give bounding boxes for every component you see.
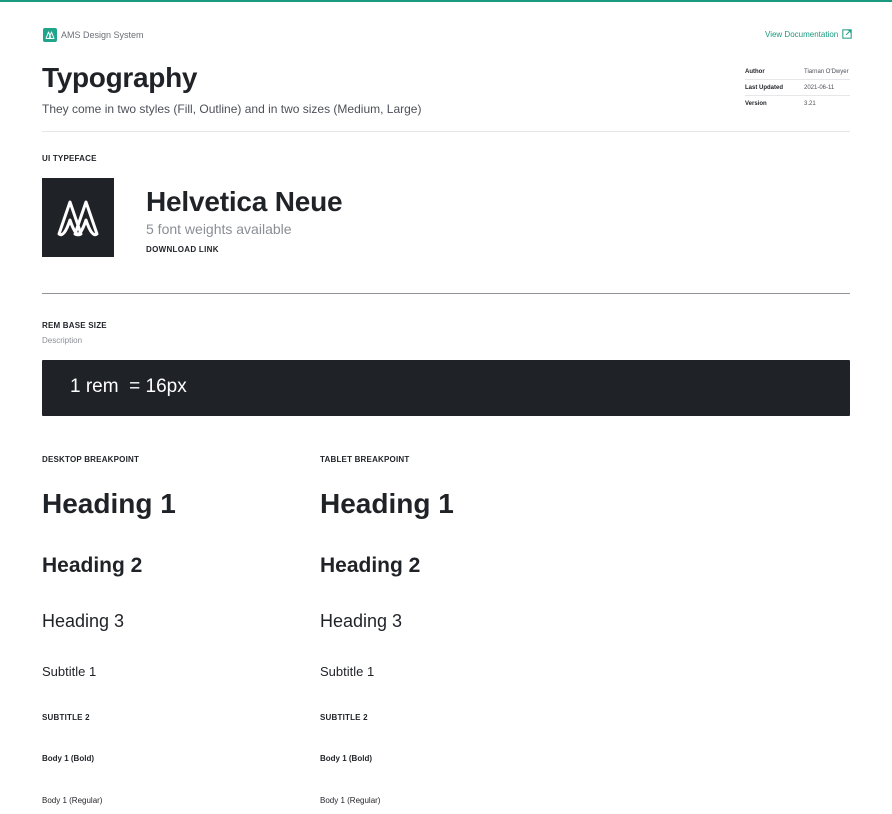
meta-value: 3.21	[804, 100, 816, 107]
view-documentation-link[interactable]: View Documentation	[765, 29, 852, 39]
download-link[interactable]: DOWNLOAD LINK	[146, 245, 219, 254]
header-divider	[42, 131, 850, 132]
heading-3-sample: Heading 3	[320, 611, 403, 631]
body-1-bold-sample: Body 1 (Bold)	[42, 754, 94, 763]
desktop-breakpoint-label: DESKTOP BREAKPOINT	[42, 455, 140, 464]
body-1-bold-sample: Body 1 (Bold)	[320, 754, 372, 763]
heading-1-sample: Heading 1	[320, 488, 454, 519]
section-divider	[42, 293, 850, 294]
meta-key: Version	[745, 100, 767, 107]
tablet-breakpoint-label: TABLET BREAKPOINT	[320, 455, 410, 464]
heading-2-sample: Heading 2	[320, 554, 421, 577]
page-description: They come in two styles (Fill, Outline) …	[42, 102, 422, 116]
subtitle-1-sample: Subtitle 1	[320, 664, 375, 679]
top-accent-bar	[0, 0, 892, 2]
ams-logo-icon	[43, 28, 57, 42]
meta-row-last-updated: Last Updated 2021-06-11	[745, 80, 850, 96]
ui-typeface-label: UI TYPEFACE	[42, 154, 97, 163]
meta-value: 2021-06-11	[804, 84, 835, 91]
ams-logo-icon	[42, 178, 114, 257]
brand-name: AMS Design System	[61, 30, 144, 40]
rem-value: 1 rem = 16px	[70, 376, 187, 397]
meta-table: Author Tiarnan O'Dwyer Last Updated 2021…	[745, 64, 850, 111]
heading-2-sample: Heading 2	[42, 554, 143, 577]
rem-base-size-label: REM BASE SIZE	[42, 321, 107, 330]
brand[interactable]: AMS Design System	[43, 28, 144, 42]
typeface-weights: 5 font weights available	[146, 221, 292, 237]
rem-description: Description	[42, 336, 83, 345]
rem-value-box: 1 rem = 16px	[42, 360, 850, 416]
subtitle-2-sample: SUBTITLE 2	[42, 713, 90, 722]
typography-page: AMS Design System View Documentation Typ…	[0, 0, 892, 814]
body-1-regular-sample: Body 1 (Regular)	[320, 796, 381, 805]
body-1-regular-sample: Body 1 (Regular)	[42, 796, 103, 805]
heading-1-sample: Heading 1	[42, 488, 176, 519]
external-link-icon	[842, 29, 852, 39]
page-title: Typography	[42, 62, 198, 93]
subtitle-2-sample: SUBTITLE 2	[320, 713, 368, 722]
meta-value: Tiarnan O'Dwyer	[804, 68, 849, 75]
subtitle-1-sample: Subtitle 1	[42, 664, 97, 679]
meta-row-version: Version 3.21	[745, 96, 850, 111]
meta-key: Last Updated	[745, 84, 784, 91]
typeface-name: Helvetica Neue	[146, 186, 343, 217]
meta-row-author: Author Tiarnan O'Dwyer	[745, 64, 850, 80]
view-documentation-label: View Documentation	[765, 29, 839, 39]
meta-key: Author	[745, 68, 765, 75]
heading-3-sample: Heading 3	[42, 611, 125, 631]
